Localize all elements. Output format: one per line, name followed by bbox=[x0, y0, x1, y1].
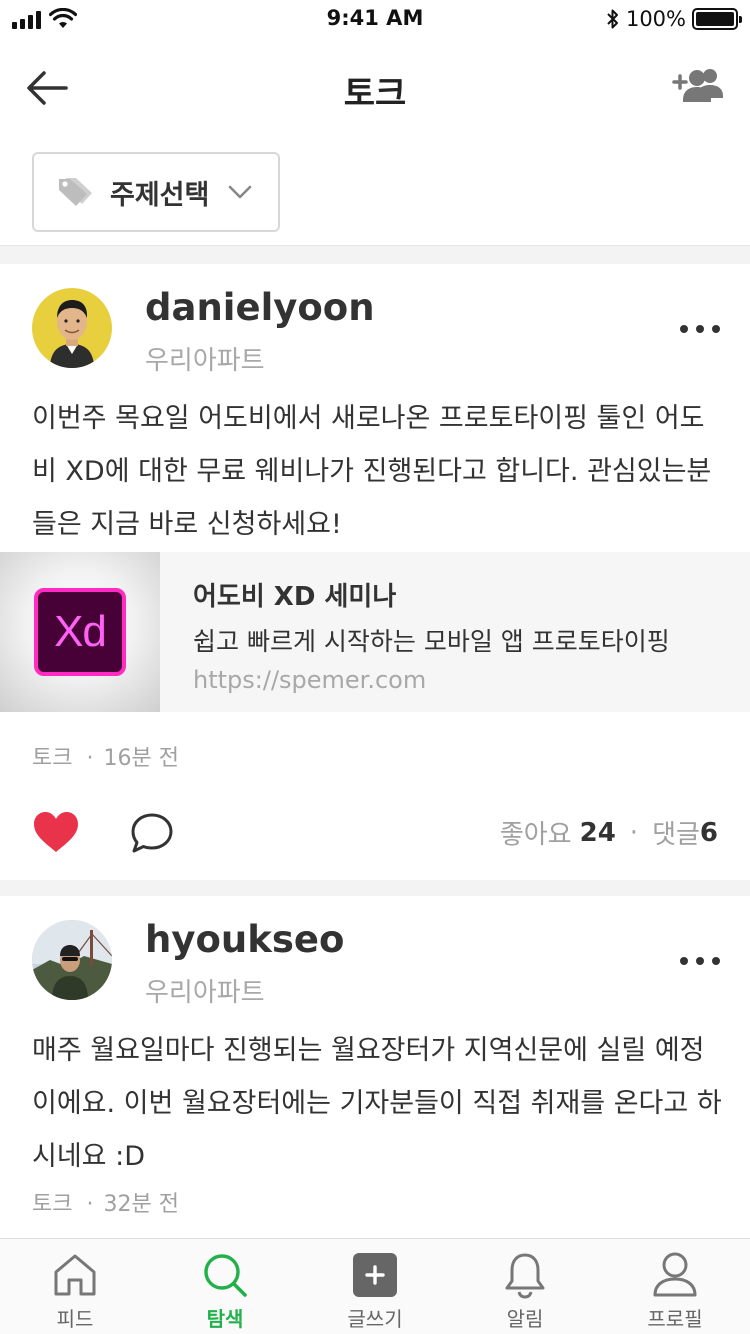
tab-label: 탐색 bbox=[206, 1307, 244, 1331]
battery-percent: 100% bbox=[625, 7, 686, 31]
likes-count: 24 bbox=[579, 817, 616, 848]
more-dot-icon bbox=[680, 325, 688, 333]
like-button[interactable] bbox=[32, 810, 80, 854]
bluetooth-icon bbox=[607, 9, 618, 29]
post-meta: 토크 · 32분 전 bbox=[32, 1192, 179, 1217]
topic-bar: 주제선택 bbox=[0, 136, 750, 246]
battery-icon bbox=[692, 8, 742, 30]
more-dot-icon bbox=[712, 325, 720, 333]
author-name[interactable]: hyoukseo bbox=[145, 918, 344, 961]
tag-icon bbox=[59, 178, 92, 206]
avatar[interactable] bbox=[32, 920, 112, 1000]
tab-label: 글쓰기 bbox=[347, 1307, 403, 1331]
tab-write[interactable]: 글쓰기 bbox=[300, 1239, 450, 1334]
post-card: danielyoon 우리아파트 이번주 목요일 어도비에서 새로나온 프로토타… bbox=[0, 264, 750, 880]
tab-label: 피드 bbox=[56, 1307, 94, 1331]
add-friends-icon bbox=[672, 69, 723, 102]
tab-bar: 피드 탐색 글쓰기 알림 프로필 bbox=[0, 1238, 750, 1334]
person-icon bbox=[653, 1252, 697, 1297]
post-time: 16분 전 bbox=[103, 746, 179, 771]
post-card: hyoukseo 우리아파트 매주 월요일마다 진행되는 월요장터가 지역신문에… bbox=[0, 896, 750, 1238]
status-right: 100% bbox=[606, 7, 742, 31]
comment-button[interactable] bbox=[130, 812, 174, 854]
post-text: 매주 월요일마다 진행되는 월요장터가 지역신문에 실릴 예정이에요. 이번 월… bbox=[32, 1035, 722, 1172]
adobe-xd-logo: Xd bbox=[34, 588, 126, 676]
comment-bubble-icon bbox=[131, 813, 173, 853]
link-description: 쉽고 빠르게 시작하는 모바일 앱 프로토타이핑 bbox=[193, 627, 670, 656]
topic-select-button[interactable]: 주제선택 bbox=[32, 152, 280, 232]
author-name[interactable]: danielyoon bbox=[145, 286, 375, 329]
more-options-button[interactable] bbox=[680, 954, 720, 968]
heart-icon bbox=[34, 812, 78, 852]
author-location: 우리아파트 bbox=[145, 346, 265, 376]
more-options-button[interactable] bbox=[680, 322, 720, 336]
nav-header: 토크 bbox=[0, 40, 750, 136]
link-title: 어도비 XD 세미나 bbox=[193, 582, 397, 612]
status-bar: 9:41 AM 100% bbox=[0, 0, 750, 40]
more-dot-icon bbox=[680, 957, 688, 965]
link-preview[interactable]: Xd 어도비 XD 세미나 쉽고 빠르게 시작하는 모바일 앱 프로토타이핑 h… bbox=[0, 552, 750, 712]
more-dot-icon bbox=[696, 957, 704, 965]
tab-feed[interactable]: 피드 bbox=[0, 1239, 150, 1334]
tab-search[interactable]: 탐색 bbox=[150, 1239, 300, 1334]
post-time: 32분 전 bbox=[103, 1192, 179, 1217]
post-actions: 좋아요 24 · 댓글 6 bbox=[0, 804, 750, 864]
plus-square-icon bbox=[353, 1253, 397, 1297]
author-location: 우리아파트 bbox=[145, 978, 265, 1008]
add-friend-button[interactable] bbox=[672, 66, 724, 110]
tab-label: 프로필 bbox=[647, 1307, 703, 1331]
post-counts: 좋아요 24 · 댓글 6 bbox=[500, 814, 718, 851]
avatar[interactable] bbox=[32, 288, 112, 368]
post-meta: 토크 · 16분 전 bbox=[32, 746, 179, 771]
topic-select-label: 주제선택 bbox=[110, 179, 210, 211]
talk-screen: 9:41 AM 100% 토크 주제선택 danielyoon 우리아파트 이번… bbox=[0, 0, 750, 1334]
post-category: 토크 bbox=[32, 1192, 73, 1217]
post-category: 토크 bbox=[32, 746, 73, 771]
comments-label: 댓글 bbox=[652, 820, 700, 850]
page-title: 토크 bbox=[343, 74, 407, 114]
chevron-down-icon bbox=[229, 185, 252, 199]
tab-notifications[interactable]: 알림 bbox=[450, 1239, 600, 1334]
search-icon bbox=[204, 1254, 247, 1297]
home-icon bbox=[54, 1254, 96, 1296]
more-dot-icon bbox=[696, 325, 704, 333]
tab-label: 알림 bbox=[506, 1307, 544, 1331]
tab-profile[interactable]: 프로필 bbox=[600, 1239, 750, 1334]
more-dot-icon bbox=[712, 957, 720, 965]
post-text: 이번주 목요일 어도비에서 새로나온 프로토타이핑 툴인 어도비 XD에 대한 … bbox=[32, 403, 712, 540]
link-thumbnail: Xd bbox=[0, 552, 160, 712]
bell-icon bbox=[505, 1253, 545, 1299]
comments-count: 6 bbox=[699, 817, 718, 848]
link-url: https://spemer.com bbox=[193, 666, 427, 694]
likes-label: 좋아요 bbox=[499, 820, 572, 850]
